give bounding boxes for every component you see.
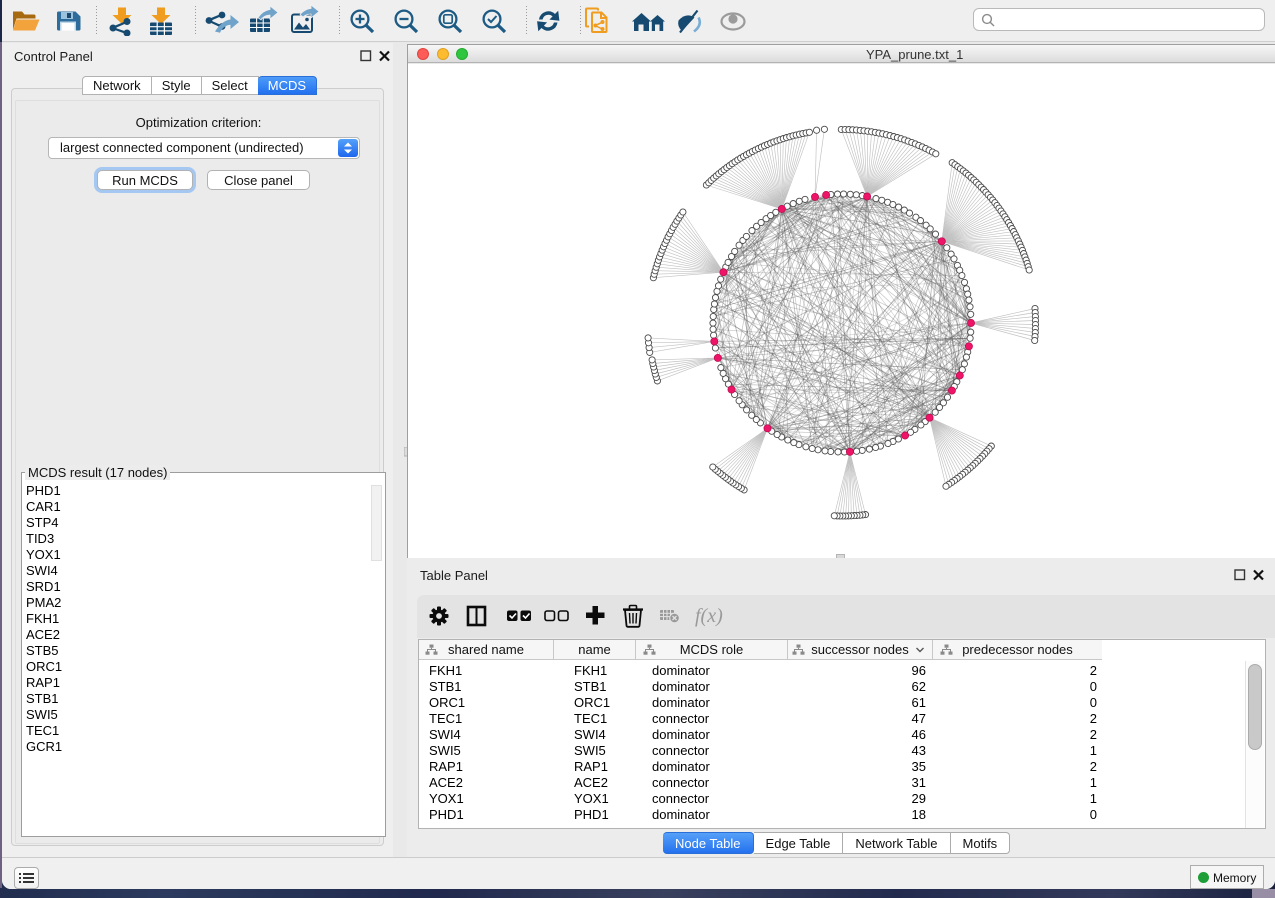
svg-text:f(x): f(x): [695, 605, 723, 627]
